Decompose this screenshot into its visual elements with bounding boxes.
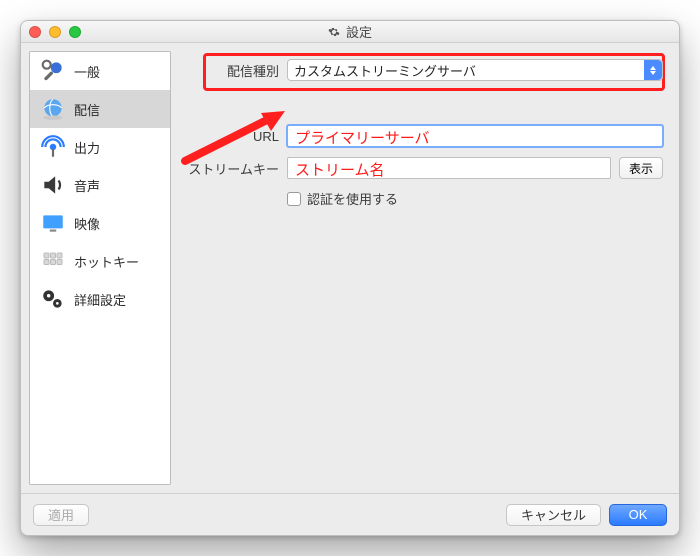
url-label: URL: [179, 129, 279, 144]
window-title: 設定: [346, 22, 372, 41]
wrench-icon: [40, 58, 66, 84]
traffic-lights: [29, 26, 81, 38]
chevron-updown-icon: [644, 60, 662, 80]
sidebar-item-label: 出力: [74, 138, 100, 157]
display-icon: [40, 210, 66, 236]
sidebar-item-output[interactable]: 出力: [30, 128, 170, 166]
sidebar-item-hotkeys[interactable]: ホットキー: [30, 242, 170, 280]
sidebar-item-label: 一般: [74, 62, 100, 81]
sidebar-item-label: 映像: [74, 214, 100, 233]
keyboard-icon: [40, 248, 66, 274]
stream-settings-panel: 配信種別 カスタムストリーミングサーバ URL プライマリーサーバ: [171, 43, 679, 493]
sidebar-item-label: ホットキー: [74, 252, 139, 271]
sidebar-item-label: 詳細設定: [74, 290, 126, 309]
use-auth-checkbox[interactable]: [287, 192, 301, 206]
titlebar: 設定: [21, 21, 679, 43]
close-window-button[interactable]: [29, 26, 41, 38]
stream-type-value: カスタムストリーミングサーバ: [294, 61, 476, 80]
gears-icon: [40, 286, 66, 312]
zoom-window-button[interactable]: [69, 26, 81, 38]
url-input[interactable]: [287, 125, 663, 147]
sidebar-item-stream[interactable]: 配信: [30, 90, 170, 128]
settings-sidebar: 一般 配信 出力 音声: [29, 51, 171, 485]
speaker-icon: [40, 172, 66, 198]
use-auth-label: 認証を使用する: [307, 189, 398, 208]
sidebar-item-general[interactable]: 一般: [30, 52, 170, 90]
ok-button[interactable]: OK: [609, 504, 667, 526]
show-key-button[interactable]: 表示: [619, 157, 663, 179]
settings-icon: [328, 26, 340, 38]
sidebar-item-label: 配信: [74, 100, 100, 119]
sidebar-item-audio[interactable]: 音声: [30, 166, 170, 204]
sidebar-item-advanced[interactable]: 詳細設定: [30, 280, 170, 318]
minimize-window-button[interactable]: [49, 26, 61, 38]
stream-type-select[interactable]: カスタムストリーミングサーバ: [287, 59, 663, 81]
cancel-button[interactable]: キャンセル: [506, 504, 601, 526]
apply-button[interactable]: 適用: [33, 504, 89, 526]
sidebar-item-video[interactable]: 映像: [30, 204, 170, 242]
settings-window: 設定 一般 配信 出力: [20, 20, 680, 536]
stream-key-label: ストリームキー: [179, 159, 279, 178]
dialog-footer: 適用 キャンセル OK: [21, 493, 679, 535]
globe-icon: [40, 96, 66, 122]
sidebar-item-label: 音声: [74, 176, 100, 195]
broadcast-icon: [40, 134, 66, 160]
stream-key-input[interactable]: [287, 157, 611, 179]
